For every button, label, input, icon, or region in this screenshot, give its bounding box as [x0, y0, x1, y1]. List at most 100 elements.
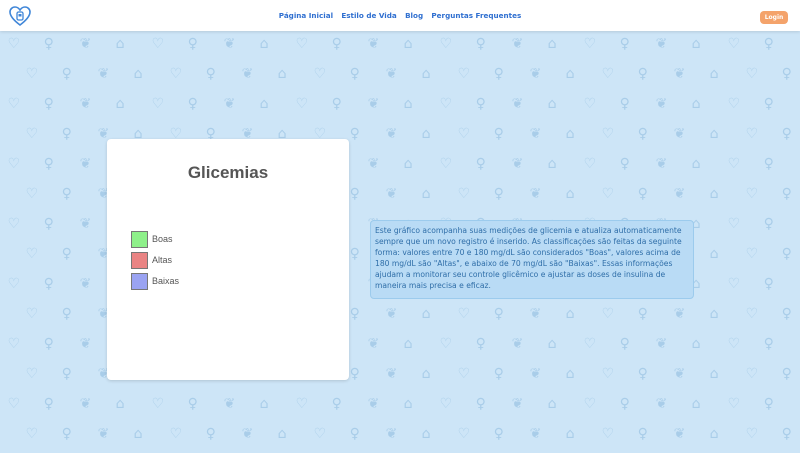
leaf-icon: ❦: [80, 37, 92, 51]
heart-icon: ♡: [8, 277, 21, 291]
heart-icon: ♡: [746, 127, 759, 141]
house-icon: ⌂: [709, 426, 719, 442]
heart-icon: ♡: [8, 397, 21, 411]
ribbon-icon: ♀: [476, 97, 486, 111]
ribbon-icon: ♀: [764, 157, 774, 171]
ribbon-icon: ♀: [764, 337, 774, 351]
house-icon: ⌂: [566, 307, 575, 321]
ribbon-icon: ♀: [637, 426, 648, 442]
house-icon: ⌂: [566, 367, 575, 381]
leaf-icon: ❦: [512, 157, 524, 171]
ribbon-icon: ♀: [62, 187, 72, 201]
heart-icon: ♡: [458, 127, 471, 141]
heart-icon: ♡: [440, 97, 453, 111]
ribbon-icon: ♀: [188, 37, 198, 51]
legend-item-altas[interactable]: Altas: [131, 251, 179, 269]
ribbon-icon: ♀: [349, 426, 360, 442]
house-icon: ⌂: [277, 426, 287, 442]
heart-icon: ♡: [746, 67, 759, 81]
heart-icon: ♡: [152, 97, 165, 111]
ribbon-icon: ♀: [188, 97, 198, 111]
ribbon-icon: ♀: [332, 37, 342, 51]
house-icon: ⌂: [566, 187, 575, 201]
leaf-icon: ❦: [224, 37, 236, 51]
heart-icon: ♡: [169, 426, 183, 442]
leaf-icon: ❦: [368, 157, 380, 171]
ribbon-icon: ♀: [764, 397, 774, 411]
heart-icon: ♡: [584, 337, 597, 351]
leaf-icon: ❦: [224, 397, 236, 411]
ribbon-icon: ♀: [781, 426, 792, 442]
ribbon-icon: ♀: [44, 97, 54, 111]
ribbon-icon: ♀: [350, 127, 360, 141]
ribbon-icon: ♀: [782, 67, 792, 81]
heart-icon: ♡: [440, 337, 453, 351]
heart-icon: ♡: [746, 367, 759, 381]
heart-icon: ♡: [746, 247, 759, 261]
leaf-icon: ❦: [368, 337, 380, 351]
heart-icon: ♡: [313, 426, 327, 442]
leaf-icon: ❦: [673, 426, 686, 442]
legend-item-baixas[interactable]: Baixas: [131, 272, 179, 290]
house-icon: ⌂: [278, 67, 287, 81]
ribbon-icon: ♀: [764, 277, 774, 291]
house-icon: ⌂: [260, 397, 269, 411]
ribbon-icon: ♀: [764, 217, 774, 231]
ribbon-icon: ♀: [782, 367, 792, 381]
ribbon-icon: ♀: [782, 307, 792, 321]
legend-label-baixas: Baixas: [152, 276, 180, 286]
legend-swatch-altas: [131, 251, 148, 269]
leaf-icon: ❦: [674, 127, 686, 141]
leaf-icon: ❦: [656, 97, 668, 111]
nav-link-faq[interactable]: Perguntas Frequentes: [431, 11, 521, 20]
heart-icon: ♡: [26, 127, 39, 141]
leaf-icon: ❦: [386, 187, 398, 201]
heart-icon: ♡: [584, 97, 597, 111]
house-icon: ⌂: [566, 127, 575, 141]
ribbon-icon: ♀: [638, 367, 648, 381]
house-icon: ⌂: [422, 127, 431, 141]
nav-link-lifestyle[interactable]: Estilo de Vida: [341, 11, 396, 20]
heart-icon: ♡: [25, 426, 39, 442]
login-button[interactable]: Login: [760, 11, 788, 24]
legend-item-boas[interactable]: Boas: [131, 230, 179, 248]
heart-icon: ♡: [8, 157, 21, 171]
heart-icon: ♡: [601, 426, 615, 442]
leaf-icon: ❦: [224, 97, 236, 111]
ribbon-icon: ♀: [350, 187, 360, 201]
legend-label-boas: Boas: [152, 234, 173, 244]
ribbon-icon: ♀: [476, 337, 486, 351]
ribbon-icon: ♀: [620, 97, 630, 111]
ribbon-icon: ♀: [638, 187, 648, 201]
house-icon: ⌂: [421, 426, 431, 442]
house-icon: ⌂: [548, 337, 557, 351]
house-icon: ⌂: [566, 67, 575, 81]
ribbon-icon: ♀: [44, 397, 54, 411]
house-icon: ⌂: [548, 397, 557, 411]
glicemias-chart-card: Glicemias Boas Altas Baixas: [107, 139, 349, 380]
ribbon-icon: ♀: [44, 157, 54, 171]
heart-icon: ♡: [746, 307, 759, 321]
nav-link-blog[interactable]: Blog: [405, 11, 423, 20]
leaf-icon: ❦: [385, 426, 398, 442]
heart-icon: ♡: [728, 217, 741, 231]
heart-icon: ♡: [8, 337, 21, 351]
chart-info-box: Este gráfico acompanha suas medições de …: [370, 220, 694, 299]
heart-icon: ♡: [26, 187, 39, 201]
ribbon-icon: ♀: [638, 307, 648, 321]
house-icon: ⌂: [692, 97, 701, 111]
heart-icon: ♡: [458, 187, 471, 201]
ribbon-icon: ♀: [782, 127, 792, 141]
ribbon-icon: ♀: [206, 67, 216, 81]
house-icon: ⌂: [404, 337, 413, 351]
nav-link-home[interactable]: Página Inicial: [279, 11, 333, 20]
leaf-icon: ❦: [242, 67, 254, 81]
heart-icon: ♡: [152, 397, 165, 411]
nav-links: Página Inicial Estilo de Vida Blog Pergu…: [0, 11, 800, 20]
heart-icon: ♡: [8, 217, 21, 231]
leaf-icon: ❦: [530, 187, 542, 201]
heart-icon: ♡: [728, 397, 741, 411]
heart-icon: ♡: [26, 247, 39, 261]
ribbon-icon: ♀: [476, 37, 486, 51]
house-icon: ⌂: [404, 37, 413, 51]
